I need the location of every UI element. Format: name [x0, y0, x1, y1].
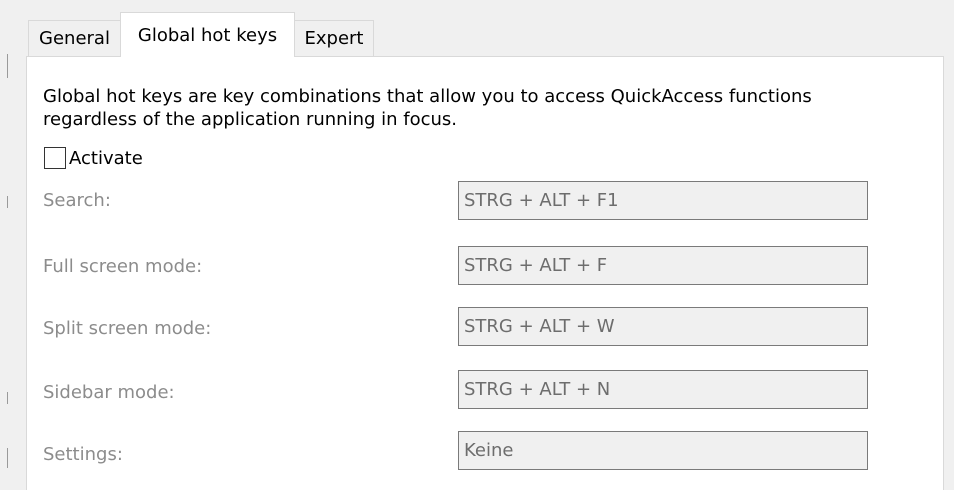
tab-general-label: General — [39, 28, 110, 49]
tab-global-hot-keys-label: Global hot keys — [137, 24, 278, 46]
settings-hotkey-field[interactable]: Keine — [458, 431, 868, 470]
tab-expert[interactable]: Expert — [294, 20, 374, 56]
activate-checkbox[interactable] — [44, 147, 66, 169]
hot-keys-description: Global hot keys are key combinations tha… — [43, 86, 812, 130]
tab-global-hot-keys[interactable]: Global hot keys — [120, 12, 295, 57]
settings-window: General Global hot keys Expert Global ho… — [0, 0, 954, 490]
search-hotkey-label: Search: — [43, 190, 111, 211]
sidebar-mode-hotkey-label: Sidebar mode: — [43, 382, 175, 403]
full-screen-mode-hotkey-field[interactable]: STRG + ALT + F — [458, 246, 868, 285]
tab-expert-label: Expert — [304, 28, 364, 49]
sidebar-mode-hotkey-field[interactable]: STRG + ALT + N — [458, 370, 868, 409]
search-hotkey-field[interactable]: STRG + ALT + F1 — [458, 181, 868, 220]
window-edge-mark — [7, 392, 8, 404]
activate-checkbox-row[interactable]: Activate — [44, 146, 143, 170]
global-hot-keys-panel: Global hot keys are key combinations tha… — [26, 56, 944, 490]
split-screen-mode-hotkey-label: Split screen mode: — [43, 318, 212, 339]
settings-hotkey-label: Settings: — [43, 444, 123, 465]
activate-label[interactable]: Activate — [69, 148, 143, 169]
split-screen-mode-hotkey-field[interactable]: STRG + ALT + W — [458, 307, 868, 346]
tab-general[interactable]: General — [28, 20, 121, 56]
window-edge-mark — [7, 54, 8, 78]
window-edge-mark — [7, 448, 8, 468]
full-screen-mode-hotkey-label: Full screen mode: — [43, 256, 203, 277]
window-edge-mark — [7, 196, 8, 208]
